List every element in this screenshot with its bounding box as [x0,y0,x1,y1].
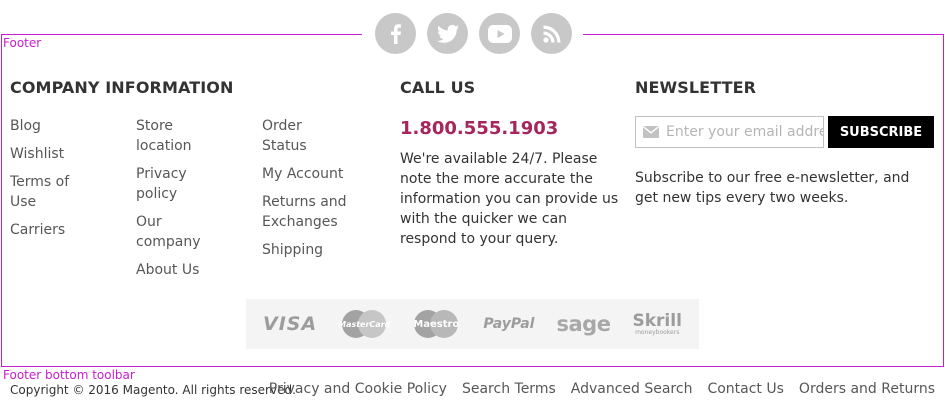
footer-bottom-links: Privacy and Cookie Policy Search Terms A… [269,381,935,397]
company-info-title: COMPANY INFORMATION [10,78,234,97]
subscribe-button[interactable]: SUBSCRIBE [828,116,934,148]
twitter-icon [436,24,459,43]
link-shipping[interactable]: Shipping [262,240,347,260]
newsletter-email-input[interactable] [666,124,823,140]
call-us-description: We're available 24/7. Please note the mo… [400,151,619,247]
rss-icon [542,25,560,43]
youtube-icon [487,24,512,43]
maestro-logo: Maestro [411,309,461,339]
link-wishlist[interactable]: Wishlist [10,144,90,164]
link-store-location[interactable]: Store location [136,116,216,156]
mastercard-logo: MasterCard [338,309,390,339]
facebook-icon [390,23,401,44]
link-orders-returns[interactable]: Orders and Returns [799,381,935,397]
payment-methods: VISA MasterCard Maestro PayPal sage Skri… [246,299,699,349]
company-links-col-3: Order Status My Account Returns and Exch… [262,116,347,260]
social-links [375,13,572,54]
link-search-terms[interactable]: Search Terms [462,381,556,397]
newsletter-title: NEWSLETTER [635,78,757,97]
toolbar-outline [1,366,944,367]
link-advanced-search[interactable]: Advanced Search [571,381,693,397]
company-links-col-1: Blog Wishlist Terms of Use Carriers [10,116,90,240]
newsletter-description: Subscribe to our free e-newsletter, and … [635,170,910,206]
link-order-status[interactable]: Order Status [262,116,347,156]
newsletter-email-box [635,116,824,148]
rss-link[interactable] [531,13,572,54]
company-links-col-2: Store location Privacy policy Our compan… [136,116,216,280]
visa-logo: VISA [263,313,318,335]
copyright: Copyright © 2016 Magento. All rights res… [10,383,296,397]
toolbar-label: Footer bottom toolbar [3,368,135,382]
youtube-link[interactable] [479,13,520,54]
twitter-link[interactable] [427,13,468,54]
skrill-logo: Skrill moneybookers [632,310,682,336]
envelope-icon [636,126,666,138]
call-us-title: CALL US [400,78,476,97]
footer-label: Footer [3,36,42,50]
link-about-us[interactable]: About Us [136,260,216,280]
paypal-logo: PayPal [483,316,535,332]
facebook-link[interactable] [375,13,416,54]
link-returns-exchanges[interactable]: Returns and Exchanges [262,192,347,232]
sage-logo: sage [556,312,611,336]
link-privacy-cookie-policy[interactable]: Privacy and Cookie Policy [269,381,447,397]
link-carriers[interactable]: Carriers [10,220,90,240]
link-my-account[interactable]: My Account [262,164,347,184]
link-blog[interactable]: Blog [10,116,90,136]
link-privacy-policy[interactable]: Privacy policy [136,164,216,204]
link-contact-us[interactable]: Contact Us [707,381,783,397]
link-our-company[interactable]: Our company [136,212,216,252]
phone-number[interactable]: 1.800.555.1903 [400,118,558,139]
link-terms-of-use[interactable]: Terms of Use [10,172,90,212]
